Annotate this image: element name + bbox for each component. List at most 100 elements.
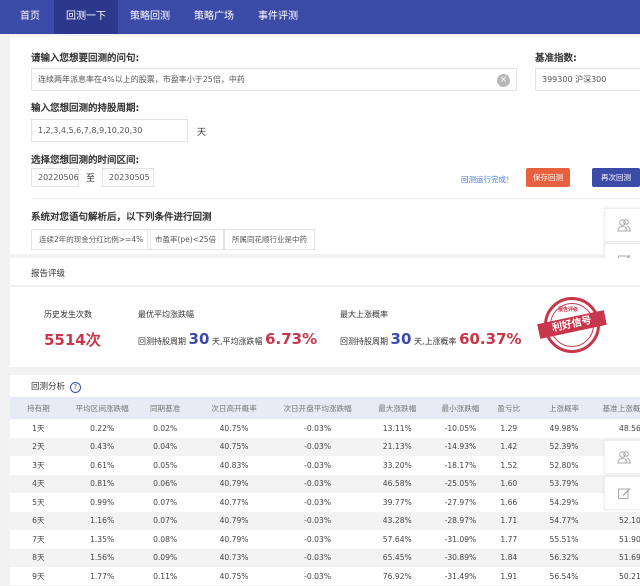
table-row: 9天1.77%0.11%40.75%-0.03%76.92%-31.49%1.9… xyxy=(10,567,640,586)
clear-icon[interactable]: × xyxy=(497,74,510,87)
col-header: 上涨概率 xyxy=(531,397,596,419)
table-cell: 0.11% xyxy=(138,567,193,586)
table-cell: -10.05% xyxy=(435,419,486,438)
table-cell: 40.75% xyxy=(193,419,276,438)
table-cell: 0.43% xyxy=(67,438,138,457)
table-cell: 3天 xyxy=(10,456,67,475)
table-cell: 6天 xyxy=(10,512,67,531)
top-nav: 首页 回测一下 策略回测 策略广场 事件评测 xyxy=(0,0,640,34)
best-avg-value: 6.73% xyxy=(265,330,317,348)
max-up-line: 回测持股周期 30 天,上涨概率 60.37% xyxy=(340,330,522,348)
end-date: 20230505 xyxy=(109,173,150,182)
col-header: 盈亏比 xyxy=(486,397,531,419)
table-cell: -0.03% xyxy=(275,549,360,568)
max-up-value: 60.37% xyxy=(459,330,521,348)
table-cell: -31.09% xyxy=(435,530,486,549)
table-cell: -0.03% xyxy=(275,475,360,494)
start-date-input[interactable]: 20220506 xyxy=(31,168,79,187)
col-header: 最小涨跌幅 xyxy=(435,397,486,419)
table-cell: 1.84 xyxy=(486,549,531,568)
table-cell: 40.75% xyxy=(193,438,276,457)
table-header-row: 持有期 平均区间涨跌幅 同期基准 次日高开概率 次日开盘平均涨跌幅 最大涨跌幅 … xyxy=(10,397,640,419)
end-date-input[interactable]: 20230505 xyxy=(102,168,154,187)
table-row: 2天0.43%0.04%40.75%-0.03%21.13%-14.93%1.4… xyxy=(10,438,640,457)
customer-service-button-2[interactable] xyxy=(604,440,640,474)
table-cell: 56.54% xyxy=(531,567,596,586)
table-cell: 4天 xyxy=(10,475,67,494)
rerun-backtest-button[interactable]: 再次回测 xyxy=(592,168,640,187)
table-cell: -27.97% xyxy=(435,493,486,512)
table-row: 1天0.22%0.02%40.75%-0.03%13.11%-10.05%1.2… xyxy=(10,419,640,438)
query-label: 请输入您想要回测的问句: xyxy=(31,50,139,64)
table-cell: 54.77% xyxy=(531,512,596,531)
analysis-title-text: 回测分析 xyxy=(31,382,65,392)
table-row: 5天0.99%0.07%40.77%-0.03%39.77%-27.97%1.6… xyxy=(10,493,640,512)
history-value: 5514次 xyxy=(44,329,101,350)
table-cell: 65.45% xyxy=(360,549,435,568)
table-cell: 0.81% xyxy=(67,475,138,494)
col-header: 最大涨跌幅 xyxy=(360,397,435,419)
table-cell: 0.08% xyxy=(138,530,193,549)
table-cell: 0.05% xyxy=(138,456,193,475)
best-avg-prefix: 回测持股周期 xyxy=(138,337,186,346)
col-header: 持有期 xyxy=(10,397,67,419)
table-cell: 1.71 xyxy=(486,512,531,531)
table-row: 3天0.61%0.05%40.83%-0.03%33.20%-18.17%1.5… xyxy=(10,456,640,475)
table-cell: 54.29% xyxy=(531,493,596,512)
max-up-label: 最大上涨概率 xyxy=(340,309,388,320)
table-cell: 0.06% xyxy=(138,475,193,494)
query-input[interactable]: 连续两年派息率在4%以上的股票，市盈率小于25倍，中药 × xyxy=(31,68,517,91)
table-cell: 51.90% xyxy=(597,530,640,549)
save-backtest-button[interactable]: 保存回测 xyxy=(526,168,570,187)
customer-service-button[interactable] xyxy=(604,208,640,242)
users-icon xyxy=(617,450,631,464)
analysis-table: 持有期 平均区间涨跌幅 同期基准 次日高开概率 次日开盘平均涨跌幅 最大涨跌幅 … xyxy=(10,397,640,586)
table-cell: 0.99% xyxy=(67,493,138,512)
nav-backtest[interactable]: 回测一下 xyxy=(54,0,118,34)
table-cell: 9天 xyxy=(10,567,67,586)
table-cell: -0.03% xyxy=(275,512,360,531)
nav-home[interactable]: 首页 xyxy=(0,0,54,34)
analysis-title: 回测分析 ? xyxy=(31,380,81,393)
stamp-top-text: 报告评级 xyxy=(558,306,578,313)
query-panel: 请输入您想要回测的问句: 连续两年派息率在4%以上的股票，市盈率小于25倍，中药… xyxy=(10,36,640,254)
table-cell: 2天 xyxy=(10,438,67,457)
table-cell: 0.61% xyxy=(67,456,138,475)
holding-input[interactable]: 1,2,3,4,5,6,7,8,9,10,20,30 xyxy=(31,119,188,142)
table-cell: 50.21% xyxy=(597,567,640,586)
max-up-prefix: 回测持股周期 xyxy=(340,337,388,346)
table-cell: 51.69% xyxy=(597,549,640,568)
nav-event-eval[interactable]: 事件评测 xyxy=(246,0,310,34)
max-up-mid: 天,上涨概率 xyxy=(414,337,457,346)
table-cell: 76.92% xyxy=(360,567,435,586)
table-row: 4天0.81%0.06%40.79%-0.03%46.58%-25.05%1.6… xyxy=(10,475,640,494)
table-cell: 1.66 xyxy=(486,493,531,512)
best-avg-line: 回测持股周期 30 天,平均涨跌幅 6.73% xyxy=(138,330,317,348)
rating-stamp: 报告评级 利好信号 xyxy=(538,295,602,359)
table-cell: 48.56% xyxy=(597,419,640,438)
table-cell: 40.79% xyxy=(193,530,276,549)
table-cell: 33.20% xyxy=(360,456,435,475)
table-cell: 0.09% xyxy=(138,549,193,568)
table-cell: 0.22% xyxy=(67,419,138,438)
table-cell: 0.04% xyxy=(138,438,193,457)
nav-strategy-square[interactable]: 策略广场 xyxy=(182,0,246,34)
table-cell: -18.17% xyxy=(435,456,486,475)
col-header: 平均区间涨跌幅 xyxy=(67,397,138,419)
feedback-button-2[interactable] xyxy=(604,476,640,510)
table-cell: 5天 xyxy=(10,493,67,512)
table-cell: 1.16% xyxy=(67,512,138,531)
table-cell: 40.77% xyxy=(193,493,276,512)
table-cell: 57.64% xyxy=(360,530,435,549)
start-date: 20220506 xyxy=(38,173,79,182)
table-cell: 52.39% xyxy=(531,438,596,457)
col-header: 同期基准 xyxy=(138,397,193,419)
nav-strategy-backtest[interactable]: 策略回测 xyxy=(118,0,182,34)
benchmark-input[interactable]: 399300 沪深300 xyxy=(535,68,640,91)
col-header: 次日开盘平均涨跌幅 xyxy=(275,397,360,419)
help-icon[interactable]: ? xyxy=(70,382,81,393)
holding-value: 1,2,3,4,5,6,7,8,9,10,20,30 xyxy=(38,126,142,135)
max-up-days: 30 xyxy=(391,330,412,348)
table-cell: 49.98% xyxy=(531,419,596,438)
table-cell: -0.03% xyxy=(275,567,360,586)
